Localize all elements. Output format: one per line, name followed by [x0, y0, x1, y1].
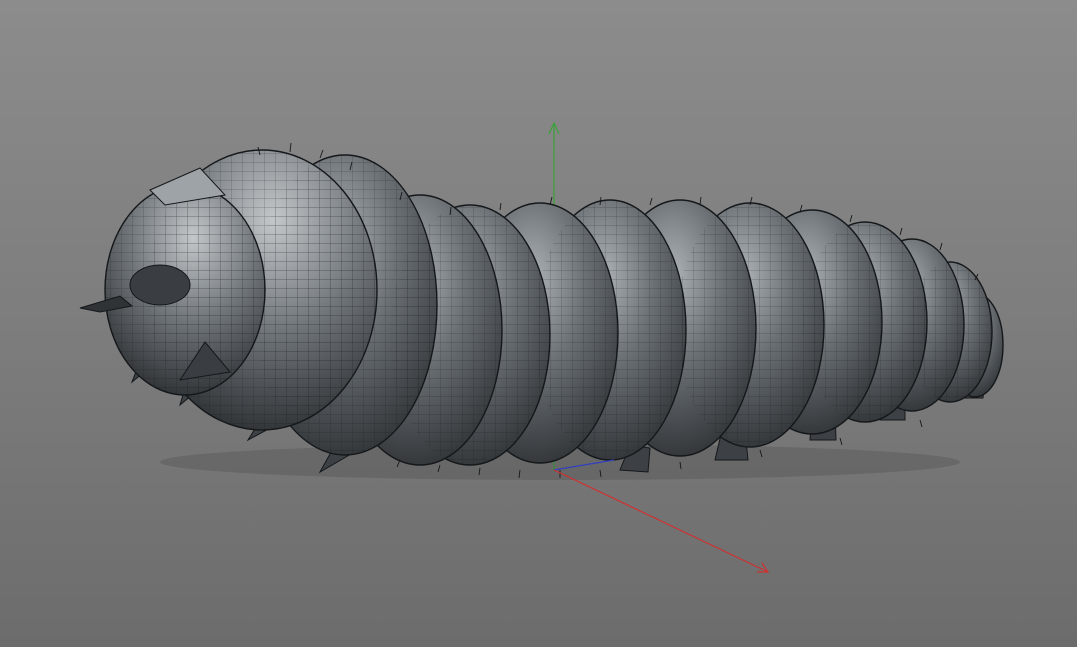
viewport-canvas[interactable]: [0, 0, 1077, 647]
axis-x[interactable]: [553, 469, 770, 573]
3d-viewport[interactable]: [0, 0, 1077, 647]
caterpillar-model[interactable]: [79, 142, 1004, 480]
